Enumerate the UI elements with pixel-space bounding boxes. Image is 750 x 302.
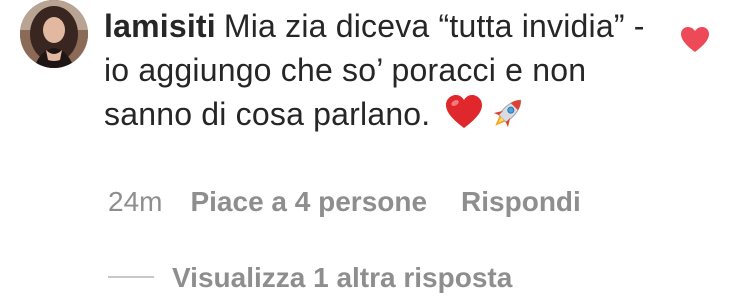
rocket-emoji-icon (493, 99, 521, 128)
likes-count-link[interactable]: Piace a 4 persone (190, 186, 427, 217)
comment-username[interactable]: lamisiti (104, 8, 216, 44)
comment-body: lamisiti Mia zia diceva “tutta invidia” -… (104, 4, 664, 136)
avatar[interactable] (20, 0, 88, 68)
view-replies-label: Visualizza 1 altra risposta (172, 262, 513, 293)
comment: lamisiti Mia zia diceva “tutta invidia” -… (0, 0, 750, 302)
avatar-image (20, 0, 88, 68)
reply-button[interactable]: Rispondi (461, 186, 581, 217)
heart-emoji-icon (445, 95, 482, 128)
comment-meta: 24m Piace a 4 persone Rispondi (108, 186, 581, 218)
like-heart-icon[interactable] (680, 26, 710, 54)
replies-divider-line (108, 275, 154, 278)
comment-time: 24m (108, 186, 163, 217)
view-replies-button[interactable]: Visualizza 1 altra risposta (108, 262, 512, 294)
